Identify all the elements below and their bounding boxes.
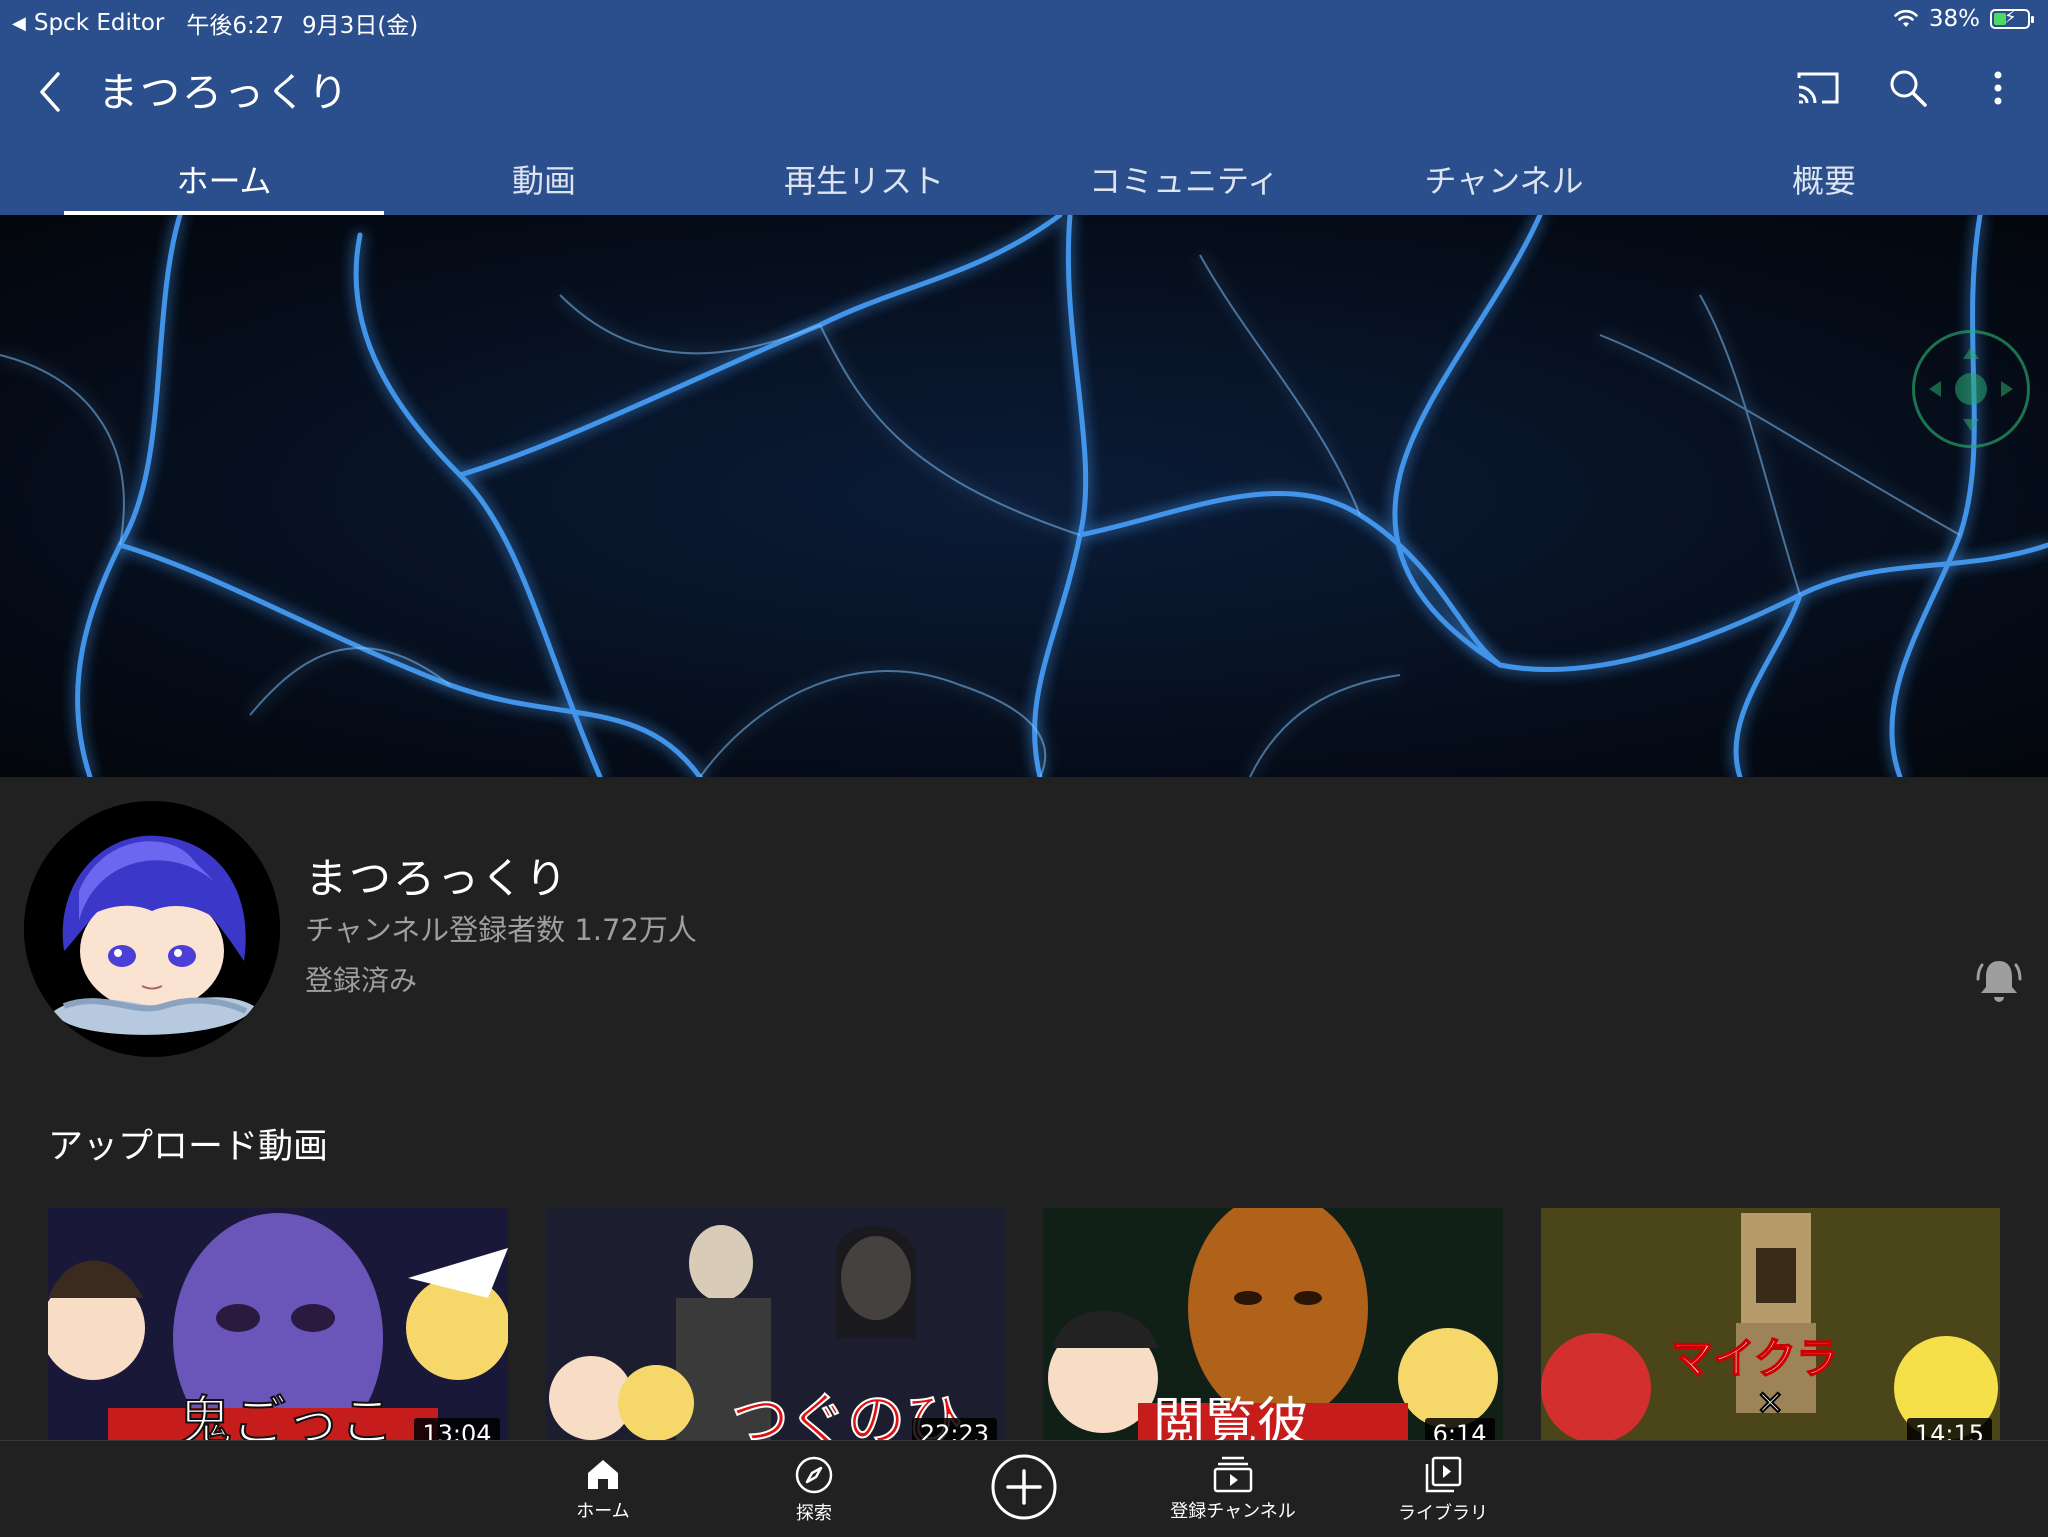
tab-channels[interactable]: チャンネル (1344, 142, 1664, 215)
explore-icon (795, 1456, 833, 1494)
status-date: 9月3日(金) (302, 13, 419, 39)
nav-create-button[interactable] (924, 1453, 1124, 1521)
search-button[interactable] (1878, 58, 1938, 118)
video-duration: 6:14 (1424, 1418, 1495, 1440)
nav-explore[interactable]: 探索 (714, 1455, 914, 1525)
status-right: 38% ⚡ (1893, 6, 2034, 32)
thumbnail-overlay-text: 鬼ごっこ (178, 1390, 394, 1440)
nav-library-label: ライブラリ (1398, 1503, 1488, 1524)
wifi-icon (1894, 9, 1918, 27)
tab-videos[interactable]: 動画 (384, 142, 704, 215)
create-plus-icon (991, 1454, 1057, 1520)
battery-icon: ⚡ (1990, 7, 2034, 29)
channel-name: まつろっくり (305, 854, 570, 903)
cast-button[interactable] (1788, 58, 1848, 118)
uploads-shelf: 鬼ごっこ 13:04 つぐのひ 22:23 閲覧彼 6:14 マイクラ × 14… (48, 1208, 2000, 1440)
thumbnail-image: つぐのひ (545, 1208, 1005, 1440)
video-duration: 22:23 (911, 1418, 997, 1440)
back-chevron-icon (40, 72, 60, 112)
status-bar: ◀ Spck Editor 午後6:27 9月3日(金) 38% ⚡ (0, 0, 2048, 40)
tab-community[interactable]: コミュニティ (1024, 142, 1344, 215)
subscribed-button[interactable]: 登録済み (305, 959, 417, 999)
tab-about[interactable]: 概要 (1664, 142, 1984, 215)
nav-explore-label: 探索 (796, 1503, 832, 1524)
app-bar: まつろっくり ホーム 動画 再生リスト コミュニティ チャンネル 概要 (0, 40, 2048, 215)
channel-banner (0, 215, 2048, 777)
thumbnail-image: 閲覧彼 (1043, 1208, 1503, 1440)
tab-playlists[interactable]: 再生リスト (704, 142, 1024, 215)
channel-info: まつろっくり チャンネル登録者数 1.72万人 登録済み (0, 777, 2048, 1077)
bottom-navigation: ホーム 探索 登録チャンネル ライブラリ (0, 1440, 2048, 1537)
search-icon (1890, 70, 1927, 107)
battery-percent: 38% (1928, 6, 1980, 32)
status-time: 午後6:27 (186, 13, 285, 39)
channel-avatar[interactable] (24, 801, 280, 1057)
bell-ringing-icon (1976, 961, 2022, 1002)
nav-library[interactable]: ライブラリ (1343, 1455, 1543, 1525)
video-duration: 13:04 (414, 1418, 500, 1440)
nav-subscriptions-label: 登録チャンネル (1170, 1501, 1296, 1522)
video-thumbnail[interactable]: 閲覧彼 6:14 (1043, 1208, 1503, 1440)
subscriptions-icon (1213, 1456, 1253, 1493)
page-title: まつろっくり (98, 70, 350, 116)
subscriber-count: チャンネル登録者数 1.72万人 (305, 913, 697, 947)
dpad-icon (1929, 347, 2013, 431)
cast-icon (1797, 72, 1839, 104)
nav-subscriptions[interactable]: 登録チャンネル (1133, 1455, 1333, 1523)
nav-home[interactable]: ホーム (503, 1455, 703, 1523)
video-thumbnail[interactable]: 鬼ごっこ 13:04 (48, 1208, 508, 1440)
avatar-image (24, 801, 280, 1057)
thumbnail-image: マイクラ × (1540, 1208, 2000, 1440)
more-button[interactable] (1968, 58, 2028, 118)
thumbnail-cross-mark: × (1756, 1382, 1785, 1422)
thumbnail-image: 鬼ごっこ (48, 1208, 508, 1440)
video-thumbnail[interactable]: つぐのひ 22:23 (545, 1208, 1005, 1440)
thumbnail-overlay-text: マイクラ (1671, 1334, 1838, 1383)
video-thumbnail[interactable]: マイクラ × 14:15 (1540, 1208, 2000, 1440)
back-to-app-icon[interactable]: ◀ (12, 13, 26, 34)
tab-home[interactable]: ホーム (64, 142, 384, 215)
thumbnail-overlay-text: 閲覧彼 (1153, 1393, 1309, 1440)
nav-home-label: ホーム (576, 1501, 630, 1522)
library-icon (1425, 1456, 1462, 1493)
back-button[interactable] (30, 62, 70, 122)
video-duration: 14:15 (1906, 1418, 1992, 1440)
status-left: ◀ Spck Editor 午後6:27 9月3日(金) (12, 6, 418, 40)
charging-bolt-icon: ⚡ (2004, 7, 2017, 28)
header-actions (1788, 58, 2028, 118)
home-icon (588, 1460, 618, 1489)
back-to-app-label[interactable]: Spck Editor (34, 10, 165, 36)
lightning-banner-image (0, 215, 2048, 777)
notification-bell-button[interactable] (1976, 955, 2022, 1007)
more-vert-icon (1994, 71, 2002, 105)
uploads-section-title: アップロード動画 (48, 1127, 329, 1167)
floating-joystick-control[interactable] (1912, 330, 2030, 448)
channel-tabs: ホーム 動画 再生リスト コミュニティ チャンネル 概要 (64, 142, 1984, 215)
